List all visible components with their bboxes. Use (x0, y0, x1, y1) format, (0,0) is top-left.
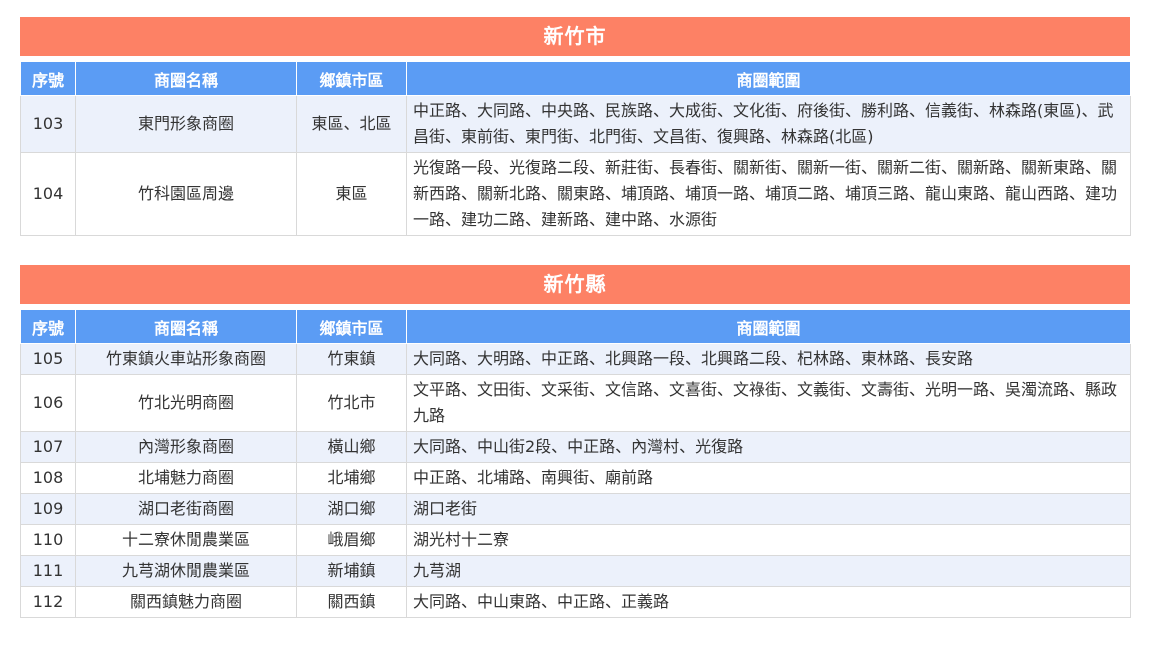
cell-range: 湖光村十二寮 (406, 524, 1131, 556)
cell-no: 104 (20, 152, 76, 236)
table-row: 104 竹科園區周邊 東區 光復路一段、光復路二段、新莊街、長春街、關新街、關新… (20, 152, 1131, 236)
cell-town: 東區 (296, 152, 407, 236)
district-table: 序號 商圈名稱 鄉鎮市區 商圈範圍 103 東門形象商圈 東區、北區 中正路、大… (20, 61, 1131, 236)
column-header-name: 商圈名稱 (75, 61, 297, 96)
cell-town: 北埔鄉 (296, 462, 407, 494)
cell-town: 竹東鎮 (296, 343, 407, 375)
table-row: 105 竹東鎮火車站形象商圈 竹東鎮 大同路、大明路、中正路、北興路一段、北興路… (20, 343, 1131, 375)
cell-name: 東門形象商圈 (75, 95, 297, 153)
cell-name: 竹北光明商圈 (75, 374, 297, 432)
cell-name: 湖口老街商圈 (75, 493, 297, 525)
cell-town: 關西鎮 (296, 586, 407, 618)
cell-name: 北埔魅力商圈 (75, 462, 297, 494)
cell-no: 103 (20, 95, 76, 153)
table-row: 111 九芎湖休閒農業區 新埔鎮 九芎湖 (20, 555, 1131, 587)
cell-town: 新埔鎮 (296, 555, 407, 587)
cell-no: 107 (20, 431, 76, 463)
cell-range: 大同路、大明路、中正路、北興路一段、北興路二段、杞林路、東林路、長安路 (406, 343, 1131, 375)
cell-town: 湖口鄉 (296, 493, 407, 525)
cell-no: 110 (20, 524, 76, 556)
cell-range: 湖口老街 (406, 493, 1131, 525)
section-hsinchu-county: 新竹縣 序號 商圈名稱 鄉鎮市區 商圈範圍 105 竹東鎮火車站形象商圈 竹東鎮… (20, 265, 1131, 618)
column-header-town: 鄉鎮市區 (296, 309, 407, 344)
section-hsinchu-city: 新竹市 序號 商圈名稱 鄉鎮市區 商圈範圍 103 東門形象商圈 東區、北區 中… (20, 17, 1131, 236)
table-row: 107 內灣形象商圈 橫山鄉 大同路、中山街2段、中正路、內灣村、光復路 (20, 431, 1131, 463)
cell-range: 大同路、中山東路、中正路、正義路 (406, 586, 1131, 618)
table-row: 110 十二寮休閒農業區 峨眉鄉 湖光村十二寮 (20, 524, 1131, 556)
region-title: 新竹縣 (20, 265, 1130, 304)
cell-no: 111 (20, 555, 76, 587)
cell-no: 108 (20, 462, 76, 494)
region-title: 新竹市 (20, 17, 1130, 56)
cell-name: 關西鎮魅力商圈 (75, 586, 297, 618)
cell-no: 112 (20, 586, 76, 618)
table-header-row: 序號 商圈名稱 鄉鎮市區 商圈範圍 (20, 309, 1131, 344)
cell-range: 文平路、文田街、文采街、文信路、文喜街、文祿街、文義街、文壽街、光明一路、吳濁流… (406, 374, 1131, 432)
column-header-no: 序號 (20, 61, 76, 96)
column-header-range: 商圈範圍 (406, 61, 1131, 96)
cell-name: 十二寮休閒農業區 (75, 524, 297, 556)
table-row: 106 竹北光明商圈 竹北市 文平路、文田街、文采街、文信路、文喜街、文祿街、文… (20, 374, 1131, 432)
table-header-row: 序號 商圈名稱 鄉鎮市區 商圈範圍 (20, 61, 1131, 96)
cell-town: 竹北市 (296, 374, 407, 432)
cell-range: 中正路、大同路、中央路、民族路、大成街、文化街、府後街、勝利路、信義街、林森路(… (406, 95, 1131, 153)
column-header-no: 序號 (20, 309, 76, 344)
cell-range: 大同路、中山街2段、中正路、內灣村、光復路 (406, 431, 1131, 463)
table-row: 112 關西鎮魅力商圈 關西鎮 大同路、中山東路、中正路、正義路 (20, 586, 1131, 618)
cell-no: 106 (20, 374, 76, 432)
cell-range: 中正路、北埔路、南興街、廟前路 (406, 462, 1131, 494)
cell-no: 105 (20, 343, 76, 375)
cell-town: 東區、北區 (296, 95, 407, 153)
cell-name: 內灣形象商圈 (75, 431, 297, 463)
column-header-town: 鄉鎮市區 (296, 61, 407, 96)
cell-name: 竹東鎮火車站形象商圈 (75, 343, 297, 375)
cell-town: 峨眉鄉 (296, 524, 407, 556)
column-header-range: 商圈範圍 (406, 309, 1131, 344)
table-row: 108 北埔魅力商圈 北埔鄉 中正路、北埔路、南興街、廟前路 (20, 462, 1131, 494)
cell-name: 九芎湖休閒農業區 (75, 555, 297, 587)
table-row: 103 東門形象商圈 東區、北區 中正路、大同路、中央路、民族路、大成街、文化街… (20, 95, 1131, 153)
table-row: 109 湖口老街商圈 湖口鄉 湖口老街 (20, 493, 1131, 525)
cell-range: 光復路一段、光復路二段、新莊街、長春街、關新街、關新一街、關新二街、關新路、關新… (406, 152, 1131, 236)
column-header-name: 商圈名稱 (75, 309, 297, 344)
cell-no: 109 (20, 493, 76, 525)
cell-range: 九芎湖 (406, 555, 1131, 587)
cell-town: 橫山鄉 (296, 431, 407, 463)
cell-name: 竹科園區周邊 (75, 152, 297, 236)
district-table: 序號 商圈名稱 鄉鎮市區 商圈範圍 105 竹東鎮火車站形象商圈 竹東鎮 大同路… (20, 309, 1131, 618)
